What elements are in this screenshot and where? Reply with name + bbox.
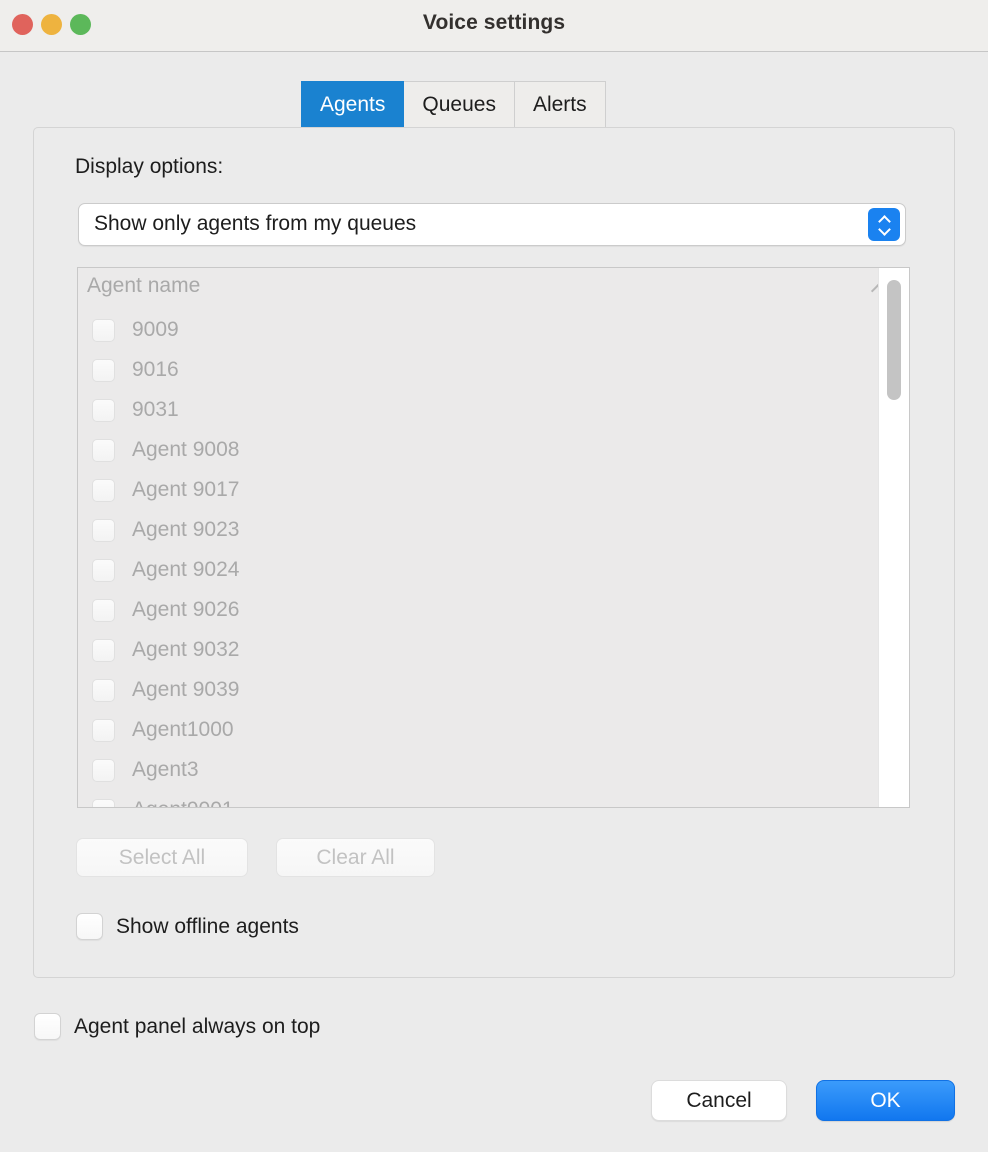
show-offline-agents-row[interactable]: Show offline agents (76, 913, 299, 940)
show-offline-agents-label: Show offline agents (116, 914, 299, 938)
agent-list-item[interactable]: Agent 9017 (78, 470, 880, 510)
agent-checkbox[interactable] (92, 798, 115, 807)
agent-list-item[interactable]: Agent 9023 (78, 510, 880, 550)
always-on-top-label: Agent panel always on top (74, 1014, 321, 1038)
agent-list-item[interactable]: Agent3 (78, 750, 880, 790)
agent-checkbox[interactable] (92, 398, 115, 422)
agent-checkbox[interactable] (92, 438, 115, 462)
window-title: Voice settings (422, 11, 566, 34)
agent-checkbox[interactable] (92, 558, 115, 582)
always-on-top-row[interactable]: Agent panel always on top (34, 1013, 320, 1040)
agent-list-item[interactable]: 9009 (78, 310, 880, 350)
tab-bar: Agents Queues Alerts (301, 81, 606, 128)
agent-name-label: Agent 9039 (132, 678, 240, 701)
agent-list-item[interactable]: Agent 9008 (78, 430, 880, 470)
agent-list-item[interactable]: 9016 (78, 350, 880, 390)
display-options-label: Display options: (75, 155, 224, 178)
agent-list-scrollbar[interactable] (878, 268, 909, 807)
select-all-button[interactable]: Select All (76, 838, 248, 877)
cancel-button[interactable]: Cancel (651, 1080, 787, 1121)
agent-name-label: Agent 9008 (132, 438, 240, 461)
agent-checkbox[interactable] (92, 638, 115, 662)
scrollbar-thumb[interactable] (887, 280, 901, 400)
display-options-value: Show only agents from my queues (94, 212, 417, 235)
tab-agents[interactable]: Agents (301, 81, 405, 128)
agent-name-label: Agent 9032 (132, 638, 240, 661)
agent-list-item[interactable]: Agent 9039 (78, 670, 880, 710)
tab-alerts[interactable]: Alerts (514, 81, 606, 128)
agent-checkbox[interactable] (92, 358, 115, 382)
display-options-select[interactable]: Show only agents from my queues (78, 203, 906, 246)
agent-name-label: Agent9001 (132, 798, 234, 807)
agent-name-label: 9016 (132, 358, 179, 381)
agent-checkbox[interactable] (92, 318, 115, 342)
agent-name-label: Agent 9024 (132, 558, 240, 581)
agent-checkbox[interactable] (92, 718, 115, 742)
always-on-top-checkbox[interactable] (34, 1013, 61, 1040)
agent-name-label: Agent 9017 (132, 478, 240, 501)
chevron-up-down-icon[interactable] (868, 208, 900, 241)
agent-name-label: 9009 (132, 318, 179, 341)
clear-all-button[interactable]: Clear All (276, 838, 435, 877)
ok-button[interactable]: OK (816, 1080, 955, 1121)
agent-name-label: Agent1000 (132, 718, 234, 741)
tab-queues[interactable]: Queues (404, 81, 515, 128)
agent-checkbox[interactable] (92, 678, 115, 702)
voice-settings-window: Voice settings Agents Queues Alerts Disp… (0, 0, 988, 1152)
agent-list-item[interactable]: 9031 (78, 390, 880, 430)
agent-list-item[interactable]: Agent 9026 (78, 590, 880, 630)
agent-list-item[interactable]: Agent9001 (78, 790, 880, 807)
column-header-agent-name[interactable]: Agent name (87, 274, 200, 298)
agent-list-header[interactable]: Agent name (78, 268, 909, 310)
agent-list[interactable]: Agent name 9009 9016 9031 Agent 9008 Agent 9… (77, 267, 910, 808)
agent-name-label: Agent 9023 (132, 518, 240, 541)
titlebar: Voice settings (0, 0, 988, 52)
agent-list-item[interactable]: Agent 9024 (78, 550, 880, 590)
agent-checkbox[interactable] (92, 758, 115, 782)
agent-checkbox[interactable] (92, 518, 115, 542)
agent-list-item[interactable]: Agent1000 (78, 710, 880, 750)
agent-list-item[interactable]: Agent 9032 (78, 630, 880, 670)
agent-checkbox[interactable] (92, 478, 115, 502)
agent-checkbox[interactable] (92, 598, 115, 622)
agent-name-label: 9031 (132, 398, 179, 421)
agent-name-label: Agent3 (132, 758, 199, 781)
agent-list-rows: 9009 9016 9031 Agent 9008 Agent 9017 Agent 90… (78, 310, 880, 807)
show-offline-agents-checkbox[interactable] (76, 913, 103, 940)
agent-name-label: Agent 9026 (132, 598, 240, 621)
